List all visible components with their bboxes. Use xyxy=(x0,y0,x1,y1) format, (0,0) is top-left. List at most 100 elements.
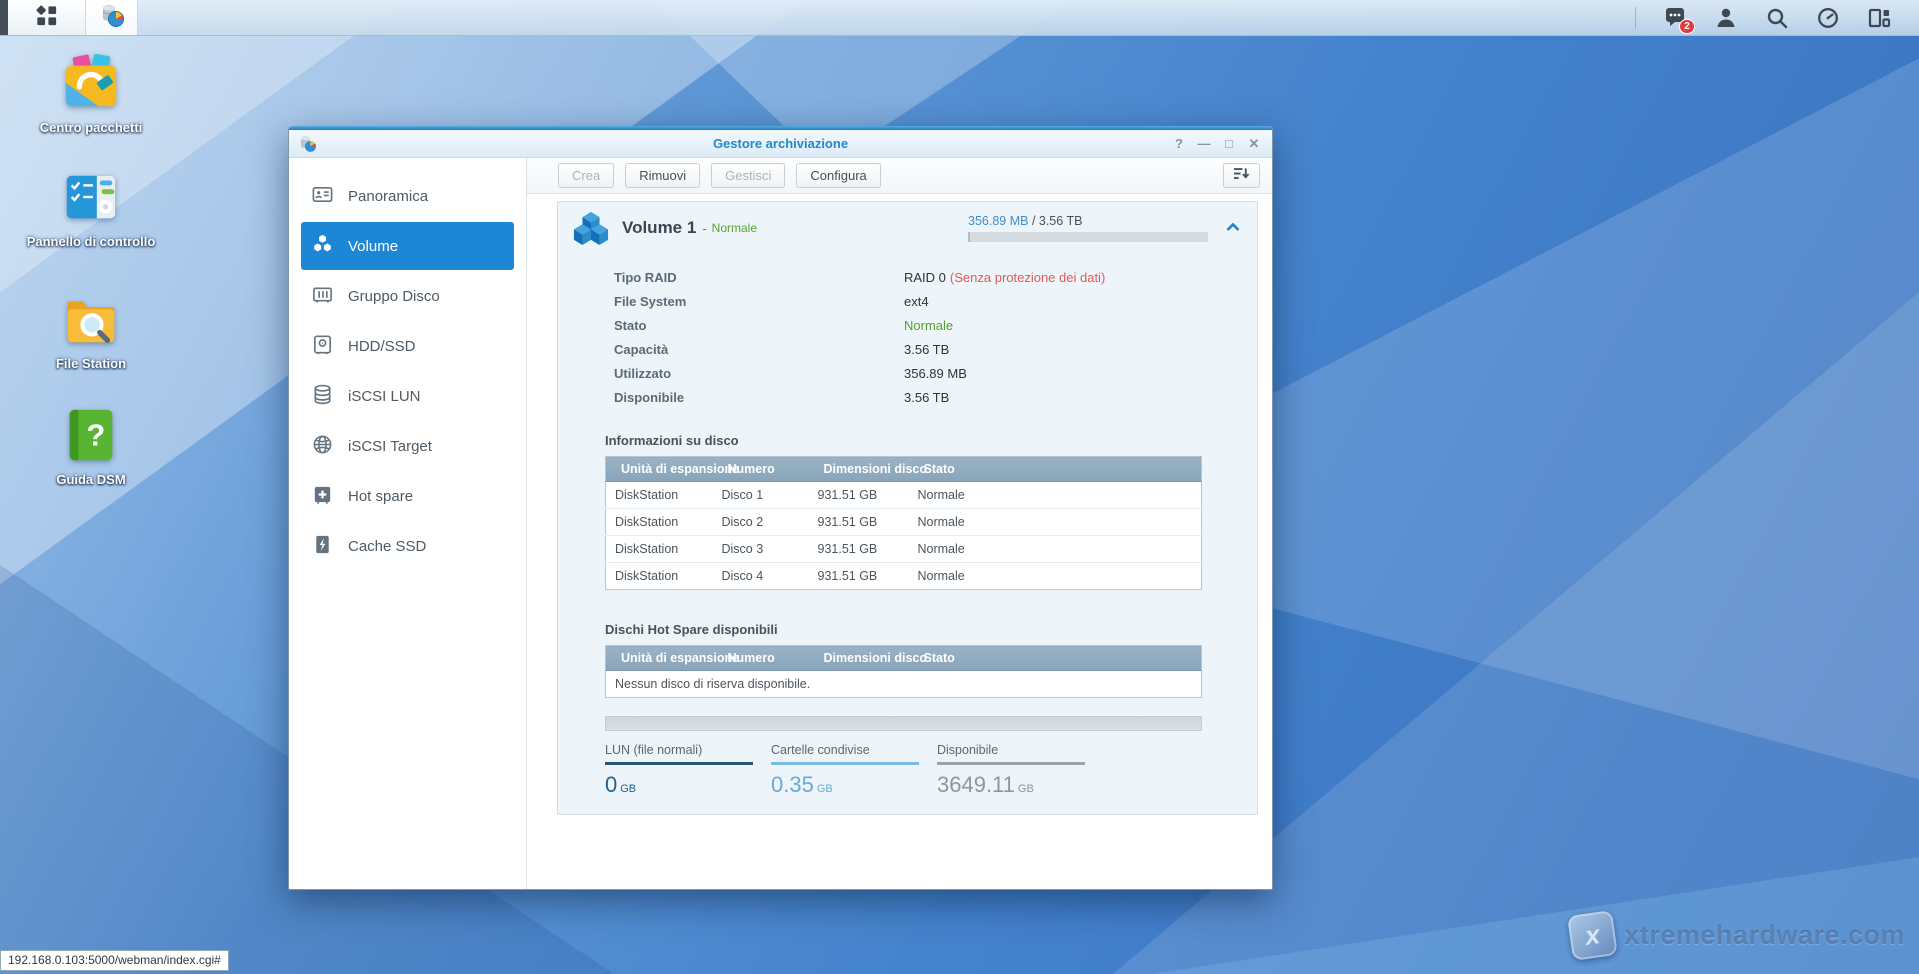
remove-button[interactable]: Rimuovi xyxy=(625,163,700,188)
stat-value: 0.35GB xyxy=(771,772,919,798)
cell-status: Normale xyxy=(909,509,1202,536)
stat-lun: LUN (file normali) 0GB xyxy=(605,743,753,798)
desktop-icon-package-center[interactable]: Centro pacchetti xyxy=(26,52,156,136)
stat-number: 0 xyxy=(605,772,617,797)
desktop-icon-label: Pannello di controllo xyxy=(26,235,156,250)
manage-button[interactable]: Gestisci xyxy=(711,163,785,188)
detail-value-text: 356.89 MB xyxy=(904,365,967,383)
sidebar-item-label: HDD/SSD xyxy=(348,338,416,355)
detail-label: Tipo RAID xyxy=(614,269,904,287)
disk-info-table: Unità di espansione Numero Dimensioni di… xyxy=(605,456,1202,590)
usage-stats: LUN (file normali) 0GB Cartelle condivis… xyxy=(605,743,1257,814)
column-header: Unità di espansione xyxy=(606,457,713,482)
sidebar-item-hot-spare[interactable]: Hot spare xyxy=(301,472,514,520)
usage-progress-bar xyxy=(968,232,1208,242)
collapse-panel-button[interactable] xyxy=(1223,217,1243,239)
desktop-icon-control-panel[interactable]: Pannello di controllo xyxy=(26,166,156,250)
desktop-icon-dsm-help[interactable]: ? Guida DSM xyxy=(26,404,156,488)
collapse-list-icon xyxy=(1232,166,1251,186)
sidebar-item-iscsi-target[interactable]: iSCSI Target xyxy=(301,422,514,470)
control-panel-icon xyxy=(60,215,122,232)
sidebar-item-volume[interactable]: Volume xyxy=(301,222,514,270)
watermark: x xtremehardware.com xyxy=(1570,913,1905,958)
detail-value-text: RAID 0 xyxy=(904,270,946,285)
iscsi-lun-icon xyxy=(311,383,334,410)
volume-panel: Volume 1 - Normale 356.89 MB / 3.56 TB xyxy=(557,201,1258,815)
detail-row: Capacità 3.56 TB xyxy=(614,341,1257,359)
minimize-button[interactable]: — xyxy=(1193,134,1215,154)
chevron-up-icon xyxy=(1225,219,1241,237)
sidebar-item-label: iSCSI LUN xyxy=(348,388,421,405)
detail-label: Disponibile xyxy=(614,389,904,407)
create-button[interactable]: Crea xyxy=(558,163,614,188)
usage-progress-fill xyxy=(968,232,970,242)
sidebar-item-label: Hot spare xyxy=(348,488,413,505)
sidebar-item-hdd-ssd[interactable]: HDD/SSD xyxy=(301,322,514,370)
detail-row: Stato Normale xyxy=(614,317,1257,335)
maximize-button[interactable]: □ xyxy=(1218,134,1240,154)
cell-number: Disco 2 xyxy=(713,509,809,536)
notifications-button[interactable]: 2 xyxy=(1663,6,1687,30)
sidebar: Panoramica Volume xyxy=(289,158,527,889)
volume-usage-summary: 356.89 MB / 3.56 TB xyxy=(968,214,1243,242)
cell-unit: DiskStation xyxy=(606,482,713,509)
sidebar-item-iscsi-lun[interactable]: iSCSI LUN xyxy=(301,372,514,420)
close-button[interactable]: ✕ xyxy=(1243,134,1265,154)
taskbar-storage-manager-button[interactable] xyxy=(86,0,138,35)
ssd-cache-icon xyxy=(311,533,334,560)
svg-text:?: ? xyxy=(86,418,105,453)
window-titlebar[interactable]: Gestore archiviazione ? — □ ✕ xyxy=(289,130,1272,158)
hot-spare-icon xyxy=(311,483,334,510)
window-body: Panoramica Volume xyxy=(289,158,1272,889)
watermark-logo: x xyxy=(1567,910,1618,961)
cell-unit: DiskStation xyxy=(606,536,713,563)
resource-monitor-icon xyxy=(1816,17,1840,34)
file-station-icon xyxy=(60,337,122,354)
stat-label: LUN (file normali) xyxy=(605,743,753,765)
configure-button[interactable]: Configura xyxy=(796,163,880,188)
help-button[interactable]: ? xyxy=(1168,134,1190,154)
cell-size: 931.51 GB xyxy=(809,536,909,563)
resource-monitor-button[interactable] xyxy=(1816,6,1840,30)
storage-manager-window: Gestore archiviazione ? — □ ✕ Panoramica xyxy=(288,126,1273,890)
detail-value-text: ext4 xyxy=(904,293,929,311)
content-scroll: Volume 1 - Normale 356.89 MB / 3.56 TB xyxy=(527,194,1272,889)
desktop-icon-file-station[interactable]: File Station xyxy=(26,288,156,372)
detail-label: Utilizzato xyxy=(614,365,904,383)
detail-value-text: 3.56 TB xyxy=(904,389,949,407)
user-menu-button[interactable] xyxy=(1714,6,1738,30)
sidebar-item-panoramica[interactable]: Panoramica xyxy=(301,172,514,220)
detail-value-text: Normale xyxy=(904,317,953,335)
dsm-help-icon: ? xyxy=(60,453,122,470)
column-header: Stato xyxy=(909,457,1202,482)
hdd-icon xyxy=(311,333,334,360)
sidebar-item-cache-ssd[interactable]: Cache SSD xyxy=(301,522,514,570)
table-row: Nessun disco di riserva disponibile. xyxy=(606,671,1202,698)
pilot-view-button[interactable] xyxy=(1867,6,1891,30)
stat-shared-folders: Cartelle condivise 0.35GB xyxy=(771,743,919,798)
volume-cubes-icon xyxy=(572,210,610,246)
desktop-icon-label: Guida DSM xyxy=(26,473,156,488)
detail-value-text: 3.56 TB xyxy=(904,341,949,359)
detail-value-warning: (Senza protezione dei dati) xyxy=(950,270,1105,285)
volume-panel-header: Volume 1 - Normale 356.89 MB / 3.56 TB xyxy=(558,202,1257,254)
detail-row: Tipo RAID RAID 0 (Senza protezione dei da… xyxy=(614,269,1257,287)
search-button[interactable] xyxy=(1765,6,1789,30)
cell-status: Normale xyxy=(909,563,1202,590)
cell-status: Normale xyxy=(909,482,1202,509)
main-menu-button[interactable] xyxy=(8,0,86,35)
package-center-icon xyxy=(60,101,122,118)
iscsi-target-icon xyxy=(311,433,334,460)
cell-number: Disco 3 xyxy=(713,536,809,563)
usage-text: 356.89 MB / 3.56 TB xyxy=(968,214,1208,228)
disk-group-icon xyxy=(311,283,334,310)
table-row: DiskStation Disco 4 931.51 GB Normale xyxy=(606,563,1202,590)
watermark-text: xtremehardware.com xyxy=(1624,920,1905,951)
window-title: Gestore archiviazione xyxy=(289,136,1272,151)
collapse-all-button[interactable] xyxy=(1223,163,1260,188)
stat-label: Cartelle condivise xyxy=(771,743,919,765)
table-header-row: Unità di espansione Numero Dimensioni di… xyxy=(606,457,1202,482)
stat-label: Disponibile xyxy=(937,743,1085,765)
stat-unit: GB xyxy=(620,783,636,795)
sidebar-item-gruppo-disco[interactable]: Gruppo Disco xyxy=(301,272,514,320)
